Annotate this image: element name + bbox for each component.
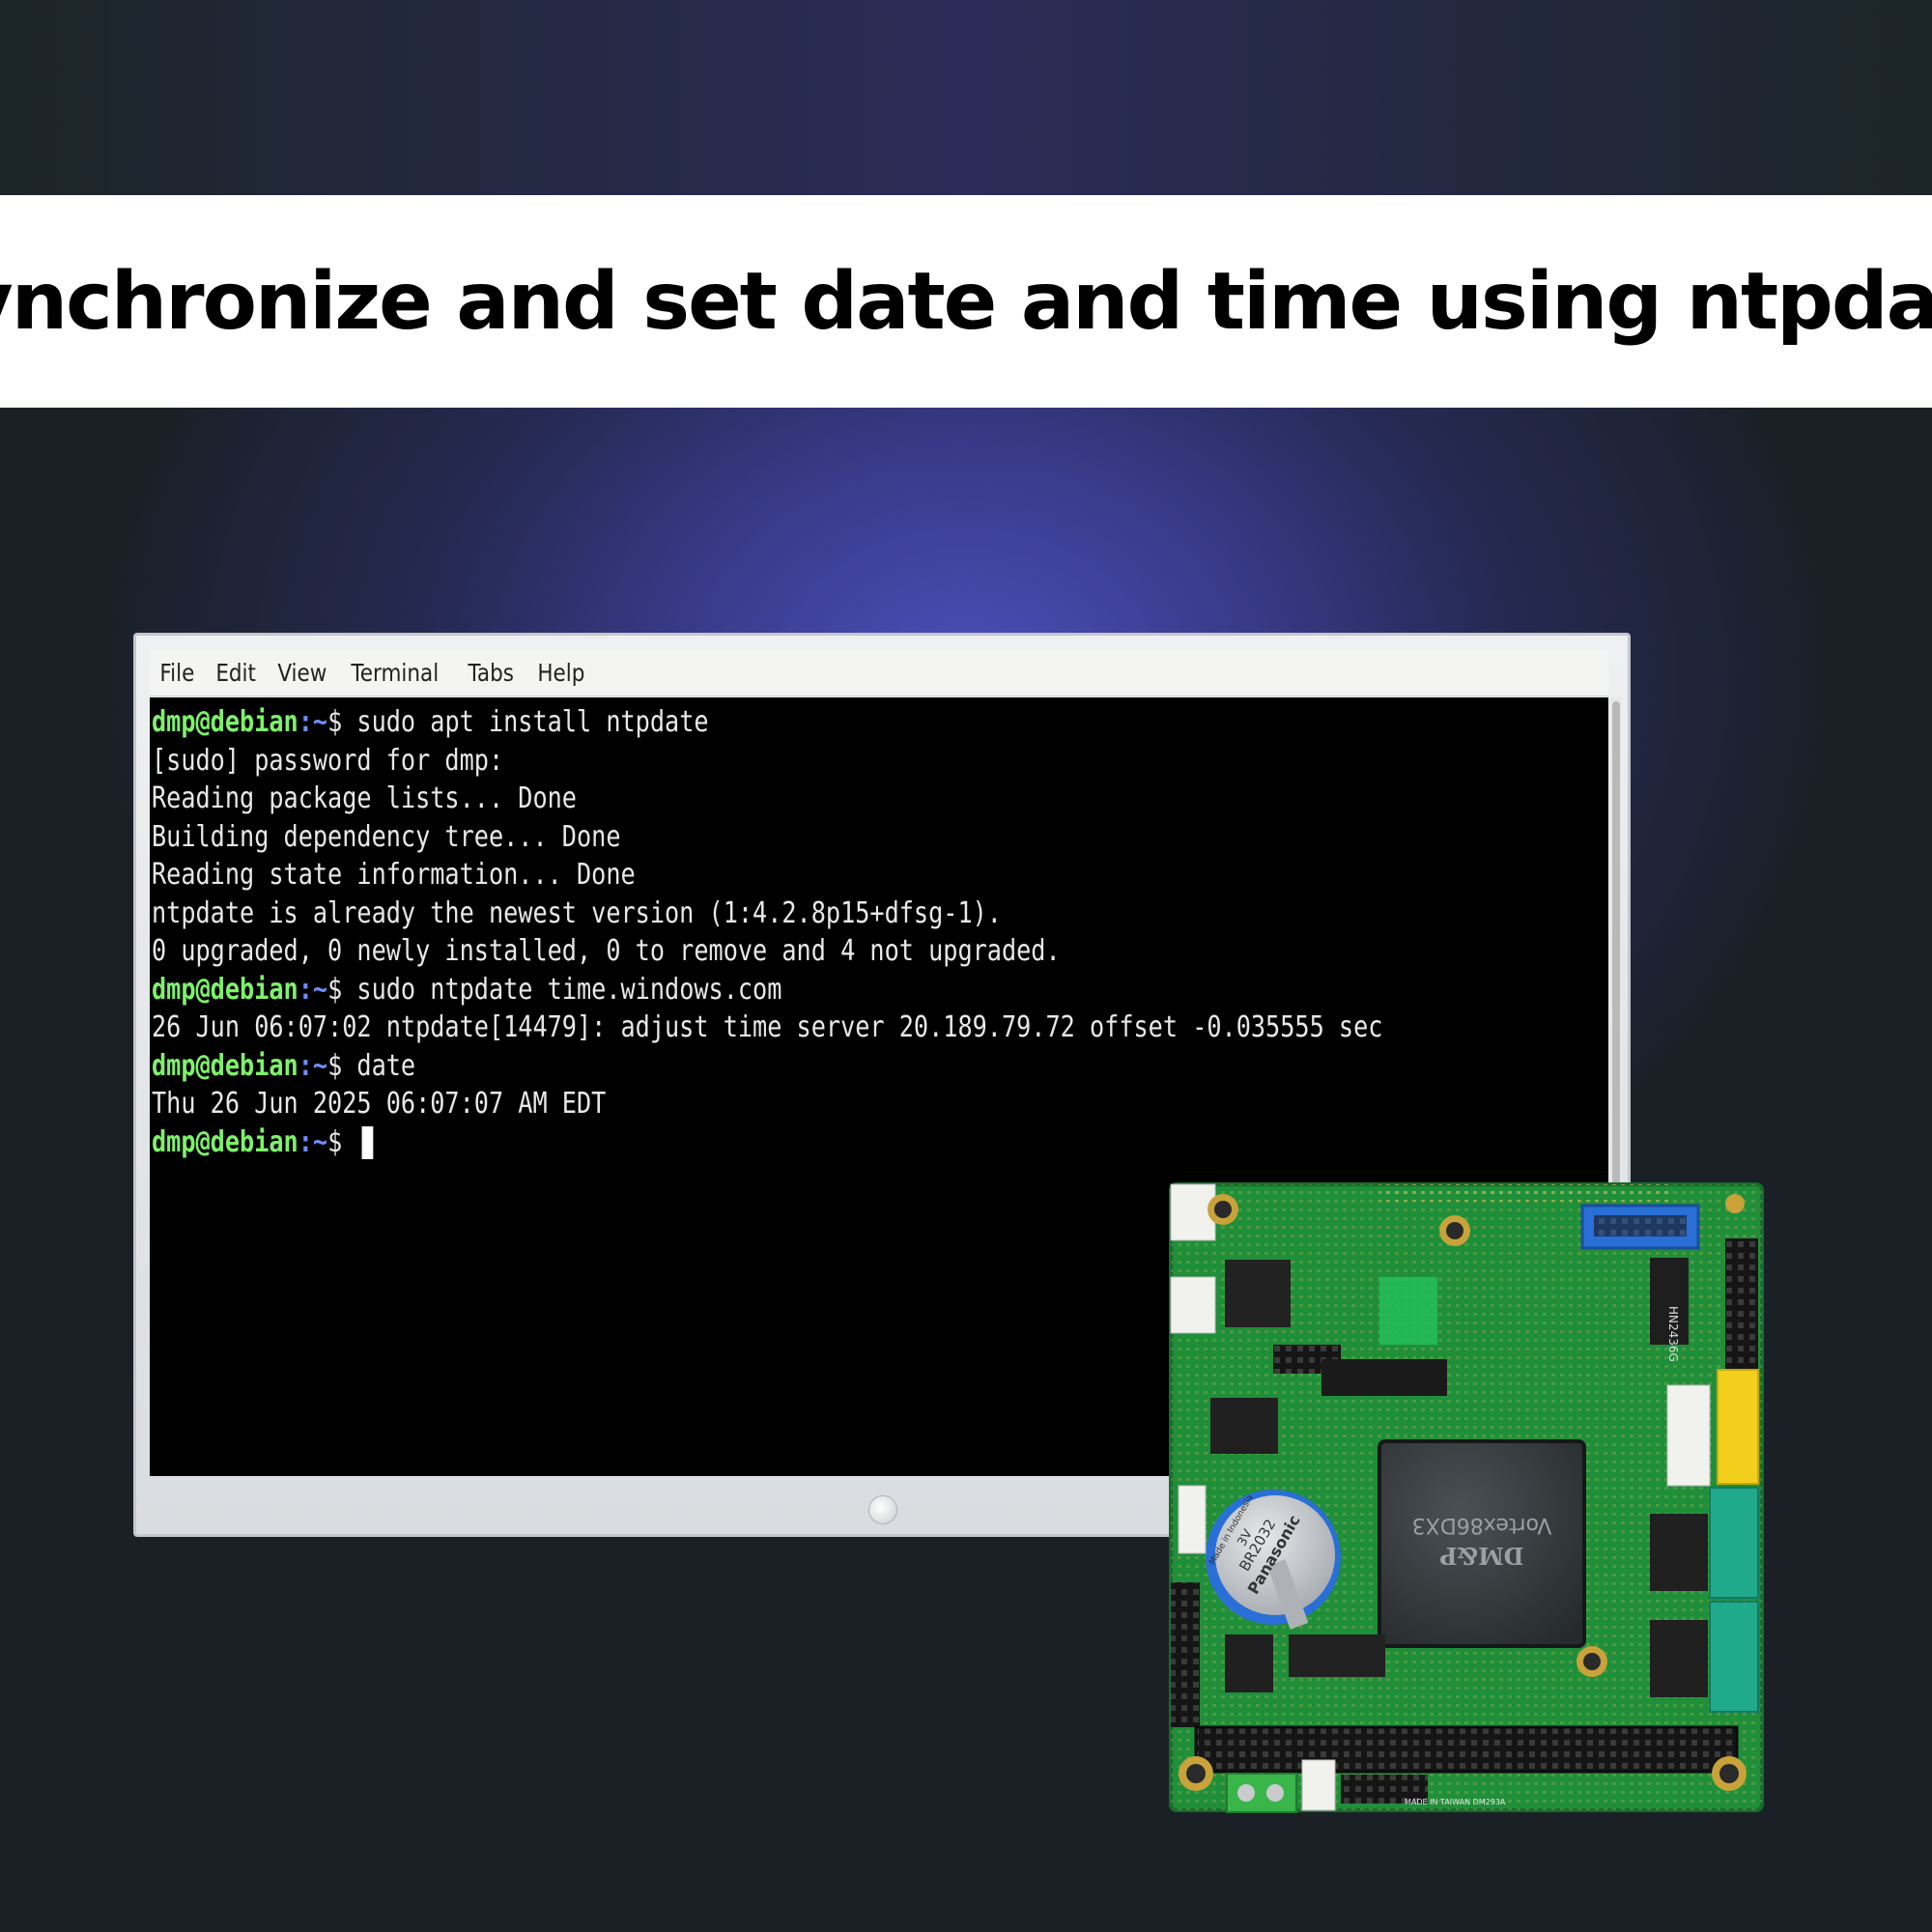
terminal-prompt-line: dmp@debian:~$ (152, 1123, 1382, 1162)
prompt-symbol: $ (327, 1124, 343, 1159)
terminal-output-line: 0 upgraded, 0 newly installed, 0 to remo… (152, 934, 1061, 968)
power-terminal (1226, 1773, 1297, 1813)
terminal-menubar: File Edit View Terminal Tabs Help (150, 649, 1608, 696)
terminal-cursor (361, 1126, 374, 1159)
prompt-symbol: $ (327, 972, 343, 1007)
terminal-prompt-line: dmp@debian:~$ sudo apt install ntpdate (152, 703, 1382, 742)
menu-file[interactable]: File (150, 659, 205, 687)
prompt-user: dmp@debian (152, 705, 298, 739)
prompt-path: :~ (298, 1124, 328, 1159)
prompt-user: dmp@debian (152, 1124, 298, 1159)
chip-model-label: Vortex86DX3 (1412, 1513, 1552, 1537)
terminal-output-line: Reading package lists... Done (152, 781, 577, 815)
board-image: HN2436G DM&P Vortex86DX3 Panasonic BR203… (1169, 1182, 1764, 1813)
terminal-prompt-line: dmp@debian:~$ date (152, 1047, 1382, 1086)
terminal-output-line: ntpdate is already the newest version (1… (152, 895, 1002, 930)
page-title: Synchronize and set date and time using … (0, 255, 1932, 348)
header-teal-2 (1709, 1601, 1759, 1713)
menu-tabs[interactable]: Tabs (458, 659, 524, 687)
menu-view[interactable]: View (268, 659, 337, 687)
chip-brand-label: DM&P (1439, 1542, 1523, 1570)
connector-rs485 (1170, 1276, 1216, 1334)
menu-help[interactable]: Help (527, 659, 595, 687)
prompt-path: :~ (298, 705, 328, 739)
terminal-lines: dmp@debian:~$ sudo apt install ntpdate [s… (152, 703, 1608, 1161)
monitor-logo-icon (868, 1495, 897, 1524)
command-text: sudo apt install ntpdate (342, 705, 709, 739)
terminal-prompt-line: dmp@debian:~$ sudo ntpdate time.windows.… (152, 971, 1382, 1009)
command-text: sudo ntpdate time.windows.com (342, 972, 782, 1007)
board-footer-label: MADE IN TAIWAN DM293A (1405, 1798, 1506, 1806)
menu-terminal[interactable]: Terminal (341, 659, 449, 687)
prompt-user: dmp@debian (152, 1048, 298, 1083)
terminal-output-line: 26 Jun 06:07:02 ntpdate[14479]: adjust t… (152, 1010, 1383, 1044)
svg-text:HN2436G: HN2436G (1666, 1306, 1680, 1362)
prompt-user: dmp@debian (152, 972, 298, 1007)
title-banner: Synchronize and set date and time using … (0, 195, 1932, 408)
terminal-output-line: Building dependency tree... Done (152, 819, 621, 854)
terminal-output-line: [sudo] password for dmp: (152, 743, 504, 778)
command-text: date (342, 1048, 416, 1083)
menu-edit[interactable]: Edit (206, 659, 266, 687)
header-yellow (1717, 1369, 1759, 1485)
prompt-symbol: $ (327, 705, 343, 739)
terminal-output-line: Thu 26 Jun 2025 06:07:07 AM EDT (152, 1087, 607, 1121)
command-text (342, 1125, 356, 1159)
header-teal-1 (1709, 1487, 1759, 1599)
prompt-path: :~ (298, 972, 328, 1007)
background-top (0, 0, 1932, 195)
prompt-symbol: $ (327, 1048, 343, 1083)
prompt-path: :~ (298, 1048, 328, 1083)
pc104-bus (1194, 1725, 1739, 1774)
terminal-output-line: Reading state information... Done (152, 858, 636, 892)
